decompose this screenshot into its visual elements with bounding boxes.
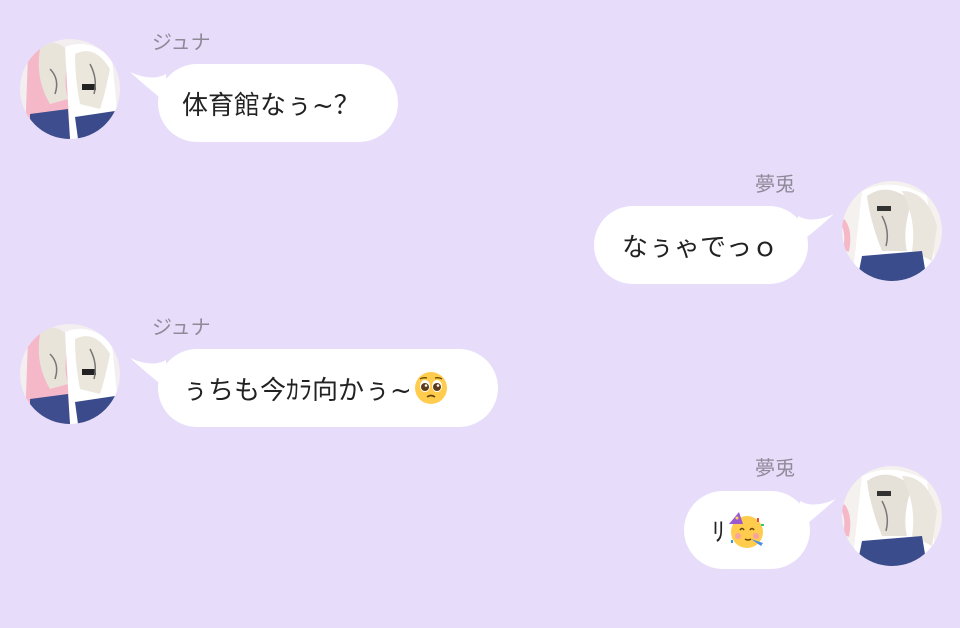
partying-face-icon <box>729 512 765 548</box>
sender-name: 夢兎 <box>755 456 795 480</box>
message-text: ﾘ <box>712 517 726 548</box>
message-row-right: 夢兎 ﾘ <box>0 0 960 600</box>
chat-view: ジュナ 体育館なぅ~？ 夢兎 なぅゃでっｏ ジュナ ぅちも今ｶﾗ向かぅ~ 夢兎 … <box>0 0 960 628</box>
avatar-yumeto[interactable] <box>842 466 942 566</box>
bubble-tail <box>798 499 836 531</box>
avatar-yumeto-illustration <box>842 466 942 566</box>
message-bubble[interactable]: ﾘ <box>684 491 810 569</box>
